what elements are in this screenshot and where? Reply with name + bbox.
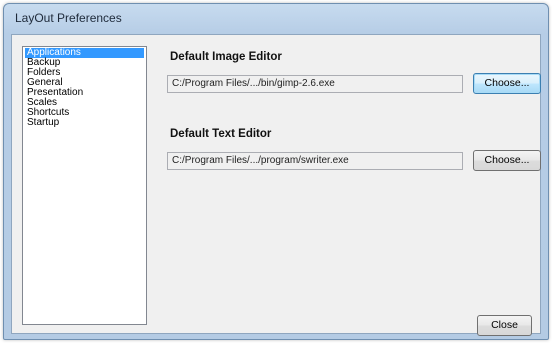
image-editor-heading: Default Image Editor [170,51,282,63]
title-bar[interactable]: LayOut Preferences [4,4,548,32]
close-button[interactable]: Close [477,315,532,336]
text-editor-path-field[interactable]: C:/Program Files/.../program/swriter.exe [167,152,463,170]
text-editor-heading: Default Text Editor [170,128,272,140]
text-editor-choose-button[interactable]: Choose... [473,150,541,171]
preferences-window: LayOut Preferences Applications Backup F… [3,3,549,340]
category-list[interactable]: Applications Backup Folders General Pres… [22,46,147,325]
dialog-content: Applications Backup Folders General Pres… [11,34,541,336]
category-item-startup[interactable]: Startup [25,118,144,128]
image-editor-path-field[interactable]: C:/Program Files/.../bin/gimp-2.6.exe [167,75,463,93]
image-editor-choose-button[interactable]: Choose... [473,73,541,94]
window-title: LayOut Preferences [15,11,122,25]
